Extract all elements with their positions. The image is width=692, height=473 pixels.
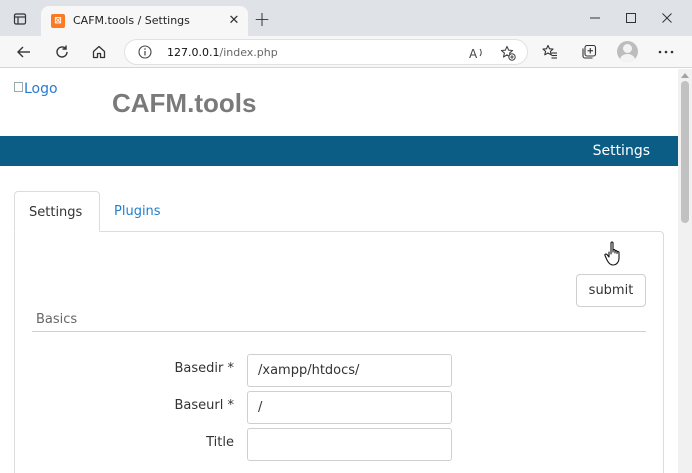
url-host: 127.0.0.1 <box>167 46 220 59</box>
new-tab-icon[interactable]: + <box>252 9 272 30</box>
read-aloud-icon[interactable]: A <box>468 44 486 62</box>
browser-tabstrip: ⊠ CAFM.tools / Settings ✕ + <box>0 0 692 36</box>
favorites-icon[interactable] <box>539 41 561 63</box>
basedir-label: Basedir * <box>174 361 235 376</box>
tab-plugins[interactable]: Plugins <box>100 191 175 232</box>
browser-tab-active[interactable]: ⊠ CAFM.tools / Settings ✕ <box>41 6 248 36</box>
site-title: CAFM.tools <box>112 88 257 118</box>
page-viewport: Logo CAFM.tools Settings Settings Plugin… <box>0 69 692 473</box>
logo-image[interactable]: Logo <box>14 81 58 97</box>
close-icon[interactable]: ✕ <box>227 14 241 28</box>
page-scrollbar[interactable] <box>678 69 692 473</box>
maximize-icon[interactable] <box>621 9 641 27</box>
refresh-icon[interactable] <box>51 41 73 63</box>
tab-actions-icon[interactable] <box>9 9 31 29</box>
section-basics-title: Basics <box>36 312 78 327</box>
collections-icon[interactable] <box>578 41 600 63</box>
submit-button[interactable]: submit <box>576 274 646 307</box>
broken-image-icon <box>14 82 23 92</box>
home-icon[interactable] <box>88 41 110 63</box>
site-info-icon[interactable] <box>138 45 152 59</box>
favicon-icon: ⊠ <box>51 14 65 28</box>
more-icon[interactable] <box>655 41 677 63</box>
main-navbar: Settings <box>0 136 678 166</box>
window-close-icon[interactable] <box>657 9 677 27</box>
browser-toolbar: 127.0.0.1/index.php A <box>0 36 692 68</box>
svg-text:A: A <box>469 47 478 60</box>
nav-item-settings[interactable]: Settings <box>593 143 650 159</box>
section-divider <box>32 331 646 332</box>
tab-settings[interactable]: Settings <box>14 191 100 232</box>
baseurl-label: Baseurl * <box>174 398 234 413</box>
add-favorite-icon[interactable] <box>499 44 517 62</box>
title-label: Title <box>206 435 234 450</box>
logo-alt-text: Logo <box>24 81 58 97</box>
title-field[interactable] <box>247 428 452 461</box>
url-path: /index.php <box>219 46 278 59</box>
tab-title: CAFM.tools / Settings <box>73 14 190 27</box>
profile-icon[interactable] <box>617 41 638 62</box>
address-bar[interactable]: 127.0.0.1/index.php A <box>124 39 528 65</box>
baseurl-field[interactable] <box>247 391 452 424</box>
scrollbar-thumb[interactable] <box>681 81 689 223</box>
hand-cursor-icon <box>604 241 626 267</box>
minimize-icon[interactable] <box>585 9 605 27</box>
back-icon[interactable] <box>13 41 35 63</box>
basedir-field[interactable] <box>247 354 452 387</box>
url-text[interactable]: 127.0.0.1/index.php <box>167 46 278 59</box>
scroll-up-icon[interactable] <box>681 73 689 78</box>
